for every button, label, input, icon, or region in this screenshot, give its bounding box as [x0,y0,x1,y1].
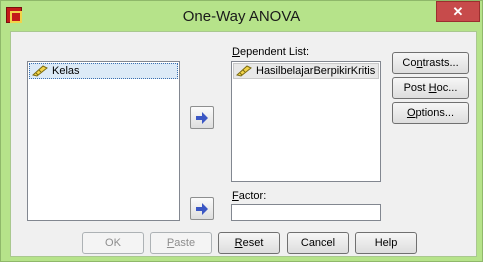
source-variable-list[interactable]: Kelas [27,61,180,221]
dependent-list[interactable]: HasilbelajarBerpikirKritis [231,61,381,182]
title-bar[interactable]: One-Way ANOVA ✕ [1,1,482,31]
ruler-icon [236,65,252,77]
contrasts-button[interactable]: Contrasts... [392,52,469,74]
ok-button[interactable]: OK [82,232,144,254]
factor-field[interactable] [231,204,381,221]
close-button[interactable]: ✕ [436,1,480,22]
list-item[interactable]: HasilbelajarBerpikirKritis [233,63,379,79]
list-item-label: Kelas [52,65,80,77]
dialog-title: One-Way ANOVA [182,8,301,25]
move-to-factor-button[interactable] [190,197,214,220]
reset-button[interactable]: Reset [218,232,280,254]
arrow-right-icon [196,111,208,124]
ruler-icon [32,65,48,77]
dependent-list-label: Dependent List: [232,46,310,58]
list-item[interactable]: Kelas [29,63,178,79]
post-hoc-button[interactable]: Post Hoc... [392,77,469,99]
dialog-window: One-Way ANOVA ✕ Kelas Dependent List: Ha… [0,0,483,262]
options-button[interactable]: Options... [392,102,469,124]
dialog-body: Kelas Dependent List: HasilbelajarBerpik… [10,31,477,257]
move-to-dependent-button[interactable] [190,106,214,129]
arrow-right-icon [196,202,208,215]
list-item-label: HasilbelajarBerpikirKritis [256,65,376,77]
paste-button[interactable]: Paste [150,232,212,254]
help-button[interactable]: Help [355,232,417,254]
factor-label: Factor: [232,190,267,202]
cancel-button[interactable]: Cancel [287,232,349,254]
